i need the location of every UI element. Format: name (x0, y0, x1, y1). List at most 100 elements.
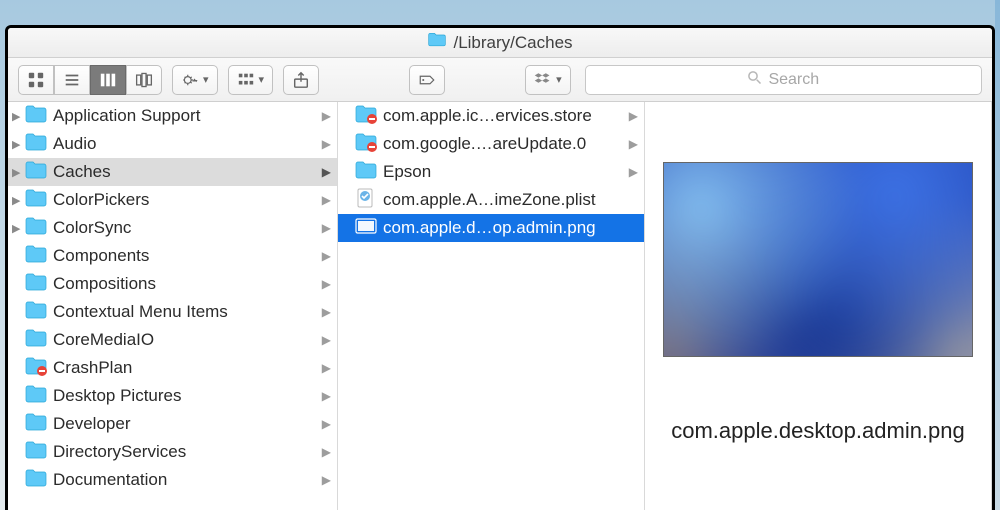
item-label: com.apple.A…imeZone.plist (383, 190, 638, 210)
parent-chevron-icon: ▶ (12, 194, 22, 207)
folder-icon (22, 439, 48, 466)
folder-restricted-icon (352, 103, 378, 130)
share-button[interactable] (283, 65, 319, 95)
folder-restricted-icon (22, 355, 48, 382)
folder-icon (22, 103, 48, 130)
item-label: Epson (383, 162, 625, 182)
item-label: Documentation (53, 470, 318, 490)
group-by-group: ▾ (228, 65, 274, 95)
dropbox-button[interactable]: ▾ (525, 65, 571, 95)
item-label: ColorPickers (53, 190, 318, 210)
item-label: Caches (53, 162, 318, 182)
folder-row[interactable]: Developer ▶ (8, 410, 337, 438)
parent-chevron-icon: ▶ (12, 138, 22, 151)
expand-chevron-icon: ▶ (322, 361, 331, 375)
item-label: Contextual Menu Items (53, 302, 318, 322)
item-label: Developer (53, 414, 318, 434)
column-1[interactable]: ▶ Application Support▶▶ Audio▶▶ Caches▶▶… (8, 102, 338, 510)
folder-restricted-icon (352, 131, 378, 158)
columns-view: ▶ Application Support▶▶ Audio▶▶ Caches▶▶… (8, 102, 992, 510)
expand-chevron-icon: ▶ (322, 277, 331, 291)
folder-icon (22, 187, 48, 214)
png-icon (352, 215, 378, 242)
item-label: CrashPlan (53, 358, 318, 378)
folder-icon (22, 299, 48, 326)
folder-row[interactable]: CrashPlan ▶ (8, 354, 337, 382)
view-icon-button[interactable] (18, 65, 54, 95)
folder-icon (22, 131, 48, 158)
expand-chevron-icon: ▶ (322, 165, 331, 179)
expand-chevron-icon: ▶ (322, 473, 331, 487)
item-label: com.apple.ic…ervices.store (383, 106, 625, 126)
preview-filename: com.apple.desktop.admin.png (671, 417, 965, 445)
file-row[interactable]: com.apple.d…op.admin.png (338, 214, 644, 242)
folder-icon (22, 243, 48, 270)
folder-row[interactable]: com.apple.ic…ervices.store ▶ (338, 102, 644, 130)
item-label: com.apple.d…op.admin.png (383, 218, 638, 238)
item-label: CoreMediaIO (53, 330, 318, 350)
arrange-group: ▾ (172, 65, 218, 95)
finder-window: /Library/Caches ▾ ▾ (5, 25, 995, 510)
chevron-down-icon: ▾ (556, 73, 562, 86)
expand-chevron-icon: ▶ (322, 417, 331, 431)
folder-row[interactable]: Desktop Pictures ▶ (8, 382, 337, 410)
desktop-background (995, 0, 1000, 510)
folder-icon (22, 383, 48, 410)
expand-chevron-icon: ▶ (322, 333, 331, 347)
group-by-button[interactable]: ▾ (228, 65, 274, 95)
item-label: DirectoryServices (53, 442, 318, 462)
folder-row[interactable]: Epson ▶ (338, 158, 644, 186)
folder-row[interactable]: ▶ Application Support▶ (8, 102, 337, 130)
expand-chevron-icon: ▶ (629, 109, 638, 123)
expand-chevron-icon: ▶ (629, 165, 638, 179)
action-menu-button[interactable]: ▾ (172, 65, 218, 95)
toolbar: ▾ ▾ ▾ Search (8, 58, 992, 102)
item-label: Application Support (53, 106, 318, 126)
item-label: Components (53, 246, 318, 266)
view-gallery-button[interactable] (126, 65, 162, 95)
view-list-button[interactable] (54, 65, 90, 95)
folder-row[interactable]: Contextual Menu Items▶ (8, 298, 337, 326)
tags-button[interactable] (409, 65, 445, 95)
folder-row[interactable]: ▶ Audio▶ (8, 130, 337, 158)
search-field[interactable]: Search (585, 65, 982, 95)
item-label: Desktop Pictures (53, 386, 318, 406)
search-icon (747, 70, 762, 90)
preview-column: com.apple.desktop.admin.png (645, 102, 992, 510)
plist-icon (352, 187, 378, 214)
folder-icon (22, 159, 48, 186)
file-row[interactable]: com.apple.A…imeZone.plist (338, 186, 644, 214)
preview-thumbnail[interactable] (663, 162, 973, 357)
search-placeholder: Search (768, 71, 819, 89)
folder-icon (352, 159, 378, 186)
item-label: Audio (53, 134, 318, 154)
expand-chevron-icon: ▶ (322, 389, 331, 403)
expand-chevron-icon: ▶ (629, 137, 638, 151)
parent-chevron-icon: ▶ (12, 222, 22, 235)
expand-chevron-icon: ▶ (322, 109, 331, 123)
expand-chevron-icon: ▶ (322, 249, 331, 263)
column-2[interactable]: com.apple.ic…ervices.store ▶ com.google.…… (338, 102, 645, 510)
expand-chevron-icon: ▶ (322, 221, 331, 235)
folder-row[interactable]: CoreMediaIO ▶ (8, 326, 337, 354)
item-label: ColorSync (53, 218, 318, 238)
folder-row[interactable]: Documentation ▶ (8, 466, 337, 494)
folder-row[interactable]: Components ▶ (8, 242, 337, 270)
view-columns-button[interactable] (90, 65, 126, 95)
folder-row[interactable]: ▶ Caches▶ (8, 158, 337, 186)
folder-row[interactable]: ▶ ColorPickers ▶ (8, 186, 337, 214)
chevron-down-icon: ▾ (203, 73, 209, 86)
folder-icon (22, 411, 48, 438)
item-label: Compositions (53, 274, 318, 294)
folder-row[interactable]: com.google.…areUpdate.0 ▶ (338, 130, 644, 158)
item-label: com.google.…areUpdate.0 (383, 134, 625, 154)
folder-row[interactable]: DirectoryServices▶ (8, 438, 337, 466)
titlebar-path: /Library/Caches (453, 33, 572, 53)
titlebar-folder-icon (427, 30, 447, 55)
folder-row[interactable]: ▶ ColorSync ▶ (8, 214, 337, 242)
folder-icon (22, 327, 48, 354)
titlebar[interactable]: /Library/Caches (8, 28, 992, 58)
expand-chevron-icon: ▶ (322, 193, 331, 207)
folder-icon (22, 215, 48, 242)
folder-row[interactable]: Compositions ▶ (8, 270, 337, 298)
